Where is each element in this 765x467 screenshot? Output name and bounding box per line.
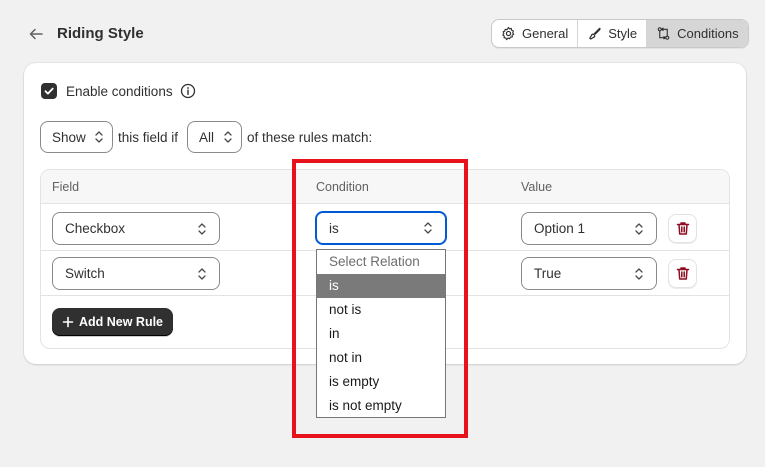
add-new-rule-label: Add New Rule bbox=[78, 315, 164, 329]
rule-2-field-value: Switch bbox=[65, 266, 105, 281]
tab-bar: General Style Conditions bbox=[491, 19, 749, 48]
chevron-up-down-icon bbox=[198, 267, 206, 280]
tab-general[interactable]: General bbox=[492, 20, 579, 47]
chevron-up-down-icon bbox=[224, 131, 232, 143]
rule-2-field-select[interactable]: Switch bbox=[52, 257, 220, 290]
match-type-select[interactable]: All bbox=[187, 121, 242, 153]
rule-1-value-select[interactable]: Option 1 bbox=[521, 212, 657, 245]
rule-2-value-value: True bbox=[534, 266, 562, 281]
gear-icon bbox=[502, 26, 515, 41]
rule-1-field-value: Checkbox bbox=[65, 221, 126, 236]
arrow-left-icon bbox=[29, 28, 43, 40]
rule-1-field-select[interactable]: Checkbox bbox=[52, 212, 220, 245]
rule-text-match: of these rules match: bbox=[247, 130, 373, 145]
chevron-up-down-icon bbox=[95, 131, 103, 143]
page-title: Riding Style bbox=[57, 25, 144, 42]
back-button[interactable] bbox=[24, 22, 48, 46]
tab-style[interactable]: Style bbox=[578, 20, 648, 47]
tab-conditions-label: Conditions bbox=[677, 26, 739, 41]
enable-conditions-label: Enable conditions bbox=[66, 84, 173, 99]
rule-2-delete-button[interactable] bbox=[668, 259, 697, 288]
match-type-value: All bbox=[199, 129, 215, 145]
add-new-rule-button[interactable]: Add New Rule bbox=[52, 308, 173, 336]
column-header-value: Value bbox=[521, 180, 553, 194]
annotation-highlight-box bbox=[292, 159, 468, 438]
show-hide-value: Show bbox=[52, 129, 86, 145]
plus-icon bbox=[62, 316, 74, 328]
trash-icon bbox=[676, 267, 689, 280]
tab-conditions[interactable]: Conditions bbox=[647, 20, 748, 47]
checkmark-icon bbox=[44, 87, 54, 95]
conditions-icon bbox=[657, 27, 670, 40]
info-icon[interactable] bbox=[180, 83, 196, 99]
trash-icon bbox=[676, 222, 689, 235]
column-header-field: Field bbox=[52, 180, 80, 194]
chevron-up-down-icon bbox=[198, 222, 206, 235]
tab-style-label: Style bbox=[608, 26, 638, 41]
show-hide-select[interactable]: Show bbox=[40, 121, 113, 153]
chevron-up-down-icon bbox=[635, 267, 643, 280]
rule-1-value-value: Option 1 bbox=[534, 221, 586, 236]
chevron-up-down-icon bbox=[635, 222, 643, 235]
rule-2-value-select[interactable]: True bbox=[521, 257, 657, 290]
rule-1-delete-button[interactable] bbox=[668, 214, 697, 243]
enable-conditions-checkbox[interactable] bbox=[41, 83, 57, 99]
rule-text-if: this field if bbox=[118, 130, 179, 145]
tab-general-label: General bbox=[522, 26, 569, 41]
brush-icon bbox=[589, 27, 601, 40]
